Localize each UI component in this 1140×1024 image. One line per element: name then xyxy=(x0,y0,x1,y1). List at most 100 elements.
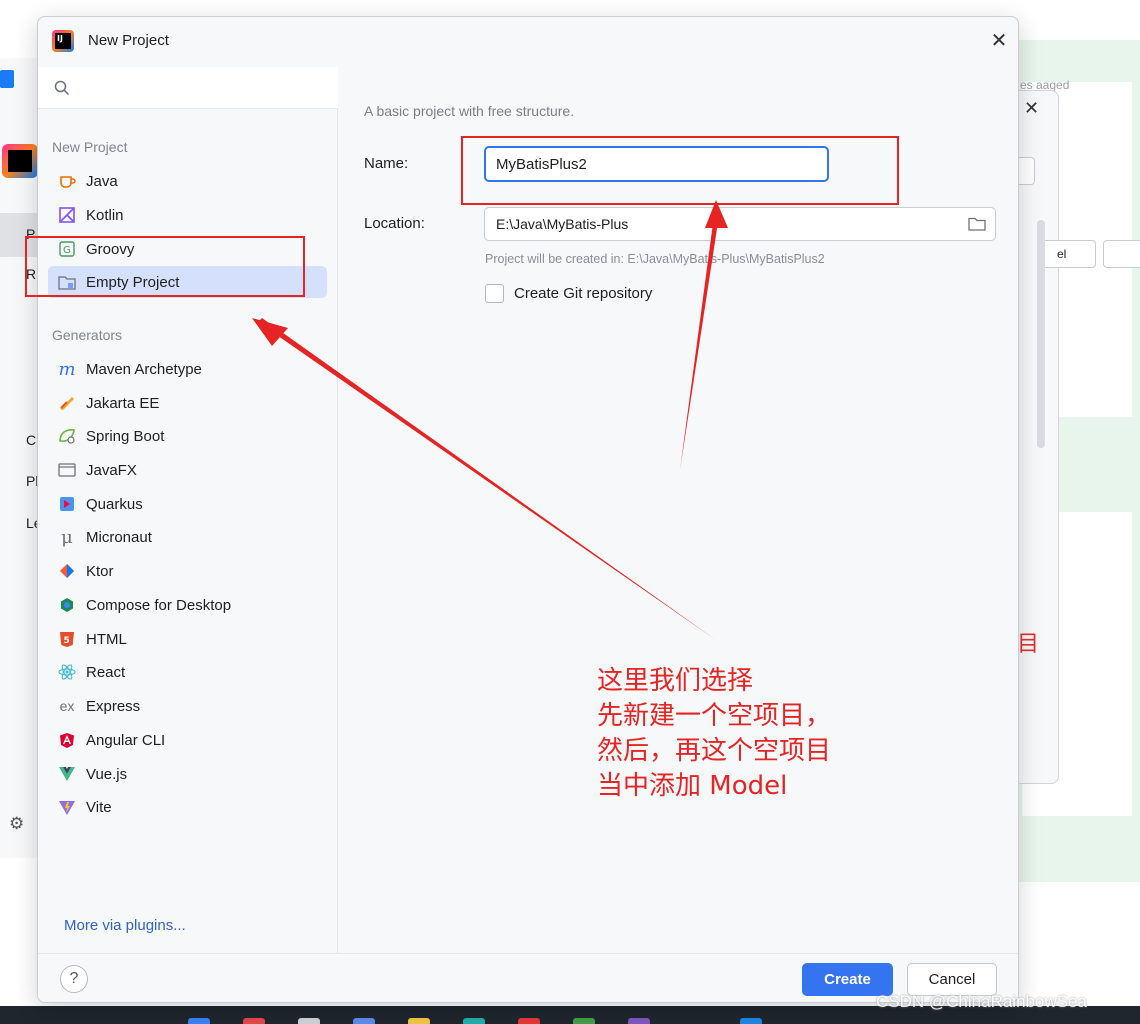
dialog-title: New Project xyxy=(88,32,169,49)
list-item-label: Groovy xyxy=(86,241,135,258)
project-location-input[interactable] xyxy=(484,207,996,241)
annotation-text: 这里我们选择 先新建一个空项目， 然后，再这个空项目 当中添加 Model xyxy=(597,664,831,804)
list-item-label: JavaFX xyxy=(86,462,137,479)
list-item-javafx[interactable]: JavaFX xyxy=(48,454,327,486)
list-item-vite[interactable]: Vite xyxy=(48,791,327,823)
project-type-list: New Project Java Kotlin G Groovy Empty P… xyxy=(38,67,338,953)
background-text: P xyxy=(26,226,36,242)
list-item-spring-boot[interactable]: Spring Boot xyxy=(48,420,327,452)
project-path-hint: Project will be created in: E:\Java\MyBa… xyxy=(485,252,825,266)
jakarta-icon xyxy=(58,394,76,412)
taskbar-icon[interactable] xyxy=(463,1018,485,1024)
list-item-label: Empty Project xyxy=(86,274,180,291)
background-intellij-logo xyxy=(2,144,38,178)
list-item-html[interactable]: 5 HTML xyxy=(48,623,327,655)
list-item-ktor[interactable]: Ktor xyxy=(48,555,327,587)
create-git-repository-label[interactable]: Create Git repository xyxy=(514,285,652,302)
list-item-angular-cli[interactable]: Angular CLI xyxy=(48,724,327,756)
java-cup-icon xyxy=(58,172,76,190)
list-item-label: Angular CLI xyxy=(86,732,166,749)
annotation-line: 然后，再这个空项目 xyxy=(597,736,832,766)
spring-boot-icon xyxy=(58,427,76,445)
list-item-empty-project[interactable]: Empty Project xyxy=(48,266,327,298)
taskbar-icon[interactable] xyxy=(573,1018,595,1024)
list-item-label: Vite xyxy=(86,799,112,816)
list-item-label: Compose for Desktop xyxy=(86,597,232,614)
taskbar-icon[interactable] xyxy=(298,1018,320,1024)
create-git-repository-checkbox[interactable] xyxy=(485,284,504,303)
list-item-micronaut[interactable]: μ Micronaut xyxy=(48,521,327,553)
background-window-left xyxy=(0,58,40,858)
quarkus-icon xyxy=(58,495,76,513)
annotation-line: 先新建一个空项目， xyxy=(597,701,832,731)
annotation-line: 当中添加 Model xyxy=(597,771,788,801)
folder-icon xyxy=(58,273,76,291)
list-item-label: Vue.js xyxy=(86,766,128,783)
new-project-dialog: New Project ✕ New Project Java Kotlin G xyxy=(37,16,1019,1003)
vite-icon xyxy=(58,798,76,816)
svg-text:5: 5 xyxy=(64,636,70,646)
background-button[interactable]: el xyxy=(1040,240,1096,268)
close-icon[interactable]: ✕ xyxy=(988,30,1010,52)
list-item-maven-archetype[interactable]: m Maven Archetype xyxy=(48,353,327,385)
list-item-label: Express xyxy=(86,698,141,715)
taskbar-icon[interactable] xyxy=(740,1018,762,1024)
list-item-kotlin[interactable]: Kotlin xyxy=(48,199,327,231)
search-icon xyxy=(54,80,70,96)
list-item-compose-for-desktop[interactable]: Compose for Desktop xyxy=(48,589,327,621)
react-icon xyxy=(58,663,76,681)
more-via-plugins-link[interactable]: More via plugins... xyxy=(64,917,186,934)
dialog-titlebar[interactable]: New Project ✕ xyxy=(38,17,1018,67)
kotlin-icon xyxy=(58,206,76,224)
taskbar-icon[interactable] xyxy=(353,1018,375,1024)
list-item-label: Quarkus xyxy=(86,496,143,513)
list-item-label: Spring Boot xyxy=(86,428,165,445)
list-item-groovy[interactable]: G Groovy xyxy=(48,233,327,265)
taskbar-icon[interactable] xyxy=(188,1018,210,1024)
name-label: Name: xyxy=(364,155,409,172)
background-app-icon xyxy=(0,70,14,88)
list-item-label: HTML xyxy=(86,631,127,648)
vue-icon xyxy=(58,765,76,783)
maven-icon: m xyxy=(58,358,76,380)
list-item-label: Java xyxy=(86,173,118,190)
list-item-react[interactable]: React xyxy=(48,656,327,688)
search-input[interactable] xyxy=(38,67,338,109)
list-item-label: Kotlin xyxy=(86,207,124,224)
list-item-express[interactable]: ex Express xyxy=(48,690,327,722)
javafx-icon xyxy=(58,461,76,479)
list-item-label: Micronaut xyxy=(86,529,152,546)
watermark: CSDN @ChinaRainbowSea xyxy=(876,992,1087,1011)
html5-icon: 5 xyxy=(58,630,76,648)
background-close-icon[interactable]: ✕ xyxy=(1024,98,1039,119)
list-item-jakarta-ee[interactable]: Jakarta EE xyxy=(48,387,327,419)
browse-folder-icon[interactable] xyxy=(968,216,986,232)
taskbar-icon[interactable] xyxy=(408,1018,430,1024)
express-icon: ex xyxy=(59,698,75,714)
angular-icon xyxy=(58,731,76,749)
intellij-logo-icon xyxy=(52,30,74,52)
list-item-label: React xyxy=(86,664,126,681)
ktor-icon xyxy=(58,562,76,580)
section-header-generators: Generators xyxy=(52,327,123,343)
list-item-quarkus[interactable]: Quarkus xyxy=(48,488,327,520)
taskbar-icon[interactable] xyxy=(628,1018,650,1024)
project-name-input[interactable] xyxy=(484,146,829,182)
gear-icon[interactable]: ⚙ xyxy=(9,814,24,834)
list-item-java[interactable]: Java xyxy=(48,165,327,197)
background-button-2[interactable] xyxy=(1103,240,1140,268)
annotation-line: 这里我们选择 xyxy=(597,666,754,696)
taskbar-icon[interactable] xyxy=(243,1018,265,1024)
background-text: C xyxy=(26,432,37,448)
list-item-vuejs[interactable]: Vue.js xyxy=(48,758,327,790)
location-label: Location: xyxy=(364,215,425,232)
list-item-label: Ktor xyxy=(86,563,114,580)
background-scrollbar[interactable] xyxy=(1037,220,1045,448)
background-red-annotation: 目 xyxy=(1017,631,1040,656)
help-button[interactable]: ? xyxy=(60,965,88,993)
taskbar-icon[interactable] xyxy=(518,1018,540,1024)
svg-text:G: G xyxy=(63,245,71,256)
list-item-label: Maven Archetype xyxy=(86,361,202,378)
dialog-footer: ? Create Cancel xyxy=(38,953,1018,1002)
groovy-icon: G xyxy=(58,240,76,258)
